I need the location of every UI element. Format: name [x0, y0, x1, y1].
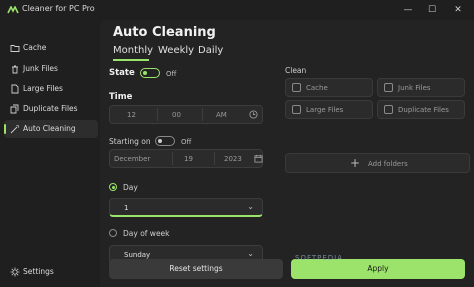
clean-option-label: Cache [306, 84, 328, 92]
clean-option-label: Junk Files [398, 84, 431, 92]
date-day: 19 [184, 155, 193, 163]
sidebar-item-label: Large Files [23, 84, 63, 93]
checkbox[interactable] [384, 83, 393, 92]
time-label: Time [109, 92, 133, 102]
title-bar: Cleaner for PC Pro — ☐ ✕ [0, 0, 474, 20]
time-picker[interactable]: 12 00 AM [109, 105, 263, 124]
clean-option-label: Large Files [306, 106, 344, 114]
sidebar: Cache Junk Files Large Files Duplicate F… [0, 20, 100, 287]
clean-option-cache[interactable]: Cache [285, 78, 373, 97]
chevron-down-icon: ⌄ [247, 249, 254, 258]
day-of-week-radio[interactable] [109, 229, 117, 237]
day-select[interactable]: 1 ⌄ [109, 198, 263, 217]
add-folders-button[interactable]: + Add folders [285, 153, 470, 173]
checkbox[interactable] [292, 83, 301, 92]
clean-option-junk-files[interactable]: Junk Files [377, 78, 465, 97]
time-minute: 00 [172, 111, 181, 119]
close-button[interactable]: ✕ [450, 2, 466, 18]
tab-daily[interactable]: Daily [198, 45, 223, 56]
checkbox[interactable] [292, 105, 301, 114]
calendar-icon [254, 154, 263, 163]
sidebar-item-label: Cache [23, 43, 47, 52]
starting-on-label: Starting on [109, 137, 151, 146]
add-folders-label: Add folders [368, 160, 408, 168]
day-select-value: 1 [124, 204, 129, 212]
time-hour: 12 [127, 111, 136, 119]
maximize-button[interactable]: ☐ [424, 2, 440, 18]
document-icon [11, 84, 19, 94]
clean-option-label: Duplicate Files [398, 106, 449, 114]
sidebar-item-cache[interactable]: Cache [4, 39, 98, 57]
date-year: 2023 [224, 155, 242, 163]
tab-active-underline [113, 59, 149, 61]
date-picker[interactable]: December 19 2023 [109, 149, 263, 168]
state-toggle-label: Off [166, 70, 177, 78]
day-of-week-select-value: Sunday [124, 251, 151, 259]
sidebar-item-duplicate-files[interactable]: Duplicate Files [4, 100, 98, 118]
trash-icon [12, 65, 18, 74]
sidebar-item-junk-files[interactable]: Junk Files [4, 60, 98, 78]
plus-icon: + [350, 156, 361, 170]
duplicate-icon [10, 104, 19, 114]
state-label: State [109, 68, 135, 78]
sidebar-item-large-files[interactable]: Large Files [4, 80, 98, 98]
day-radio-label: Day [123, 183, 138, 192]
apply-button[interactable]: Apply [291, 259, 465, 279]
softpedia-watermark: SOFTPEDIA [295, 254, 344, 262]
reset-settings-button[interactable]: Reset settings [109, 259, 283, 279]
gear-icon [10, 267, 20, 277]
sidebar-item-label: Auto Cleaning [23, 124, 76, 133]
day-radio[interactable] [109, 183, 117, 191]
app-logo-icon [7, 6, 19, 14]
clean-option-duplicate-files[interactable]: Duplicate Files [377, 100, 465, 119]
sidebar-item-label: Settings [23, 267, 54, 276]
sidebar-item-settings[interactable]: Settings [4, 263, 98, 281]
state-toggle[interactable] [140, 68, 160, 78]
date-month: December [114, 155, 151, 163]
time-ampm: AM [216, 111, 227, 119]
checkbox[interactable] [384, 105, 393, 114]
clean-option-large-files[interactable]: Large Files [285, 100, 373, 119]
sidebar-item-label: Duplicate Files [23, 104, 78, 113]
app-title: Cleaner for PC Pro [22, 4, 95, 13]
wand-icon [10, 125, 19, 134]
page-title: Auto Cleaning [113, 25, 216, 40]
active-indicator [4, 124, 6, 134]
folder-icon [10, 45, 20, 52]
sidebar-item-label: Junk Files [23, 64, 58, 73]
day-of-week-radio-label: Day of week [123, 229, 170, 238]
sidebar-item-auto-cleaning[interactable]: Auto Cleaning [4, 120, 98, 138]
tab-monthly[interactable]: Monthly [113, 45, 153, 56]
chevron-down-icon: ⌄ [247, 202, 254, 211]
starting-on-toggle-label: Off [181, 138, 192, 146]
minimize-button[interactable]: — [400, 2, 416, 18]
tab-weekly[interactable]: Weekly [158, 45, 194, 56]
main-panel: Auto Cleaning Monthly Weekly Daily State… [100, 20, 474, 287]
starting-on-toggle[interactable] [155, 136, 175, 146]
clean-label: Clean [285, 66, 307, 75]
clock-icon [249, 110, 258, 119]
